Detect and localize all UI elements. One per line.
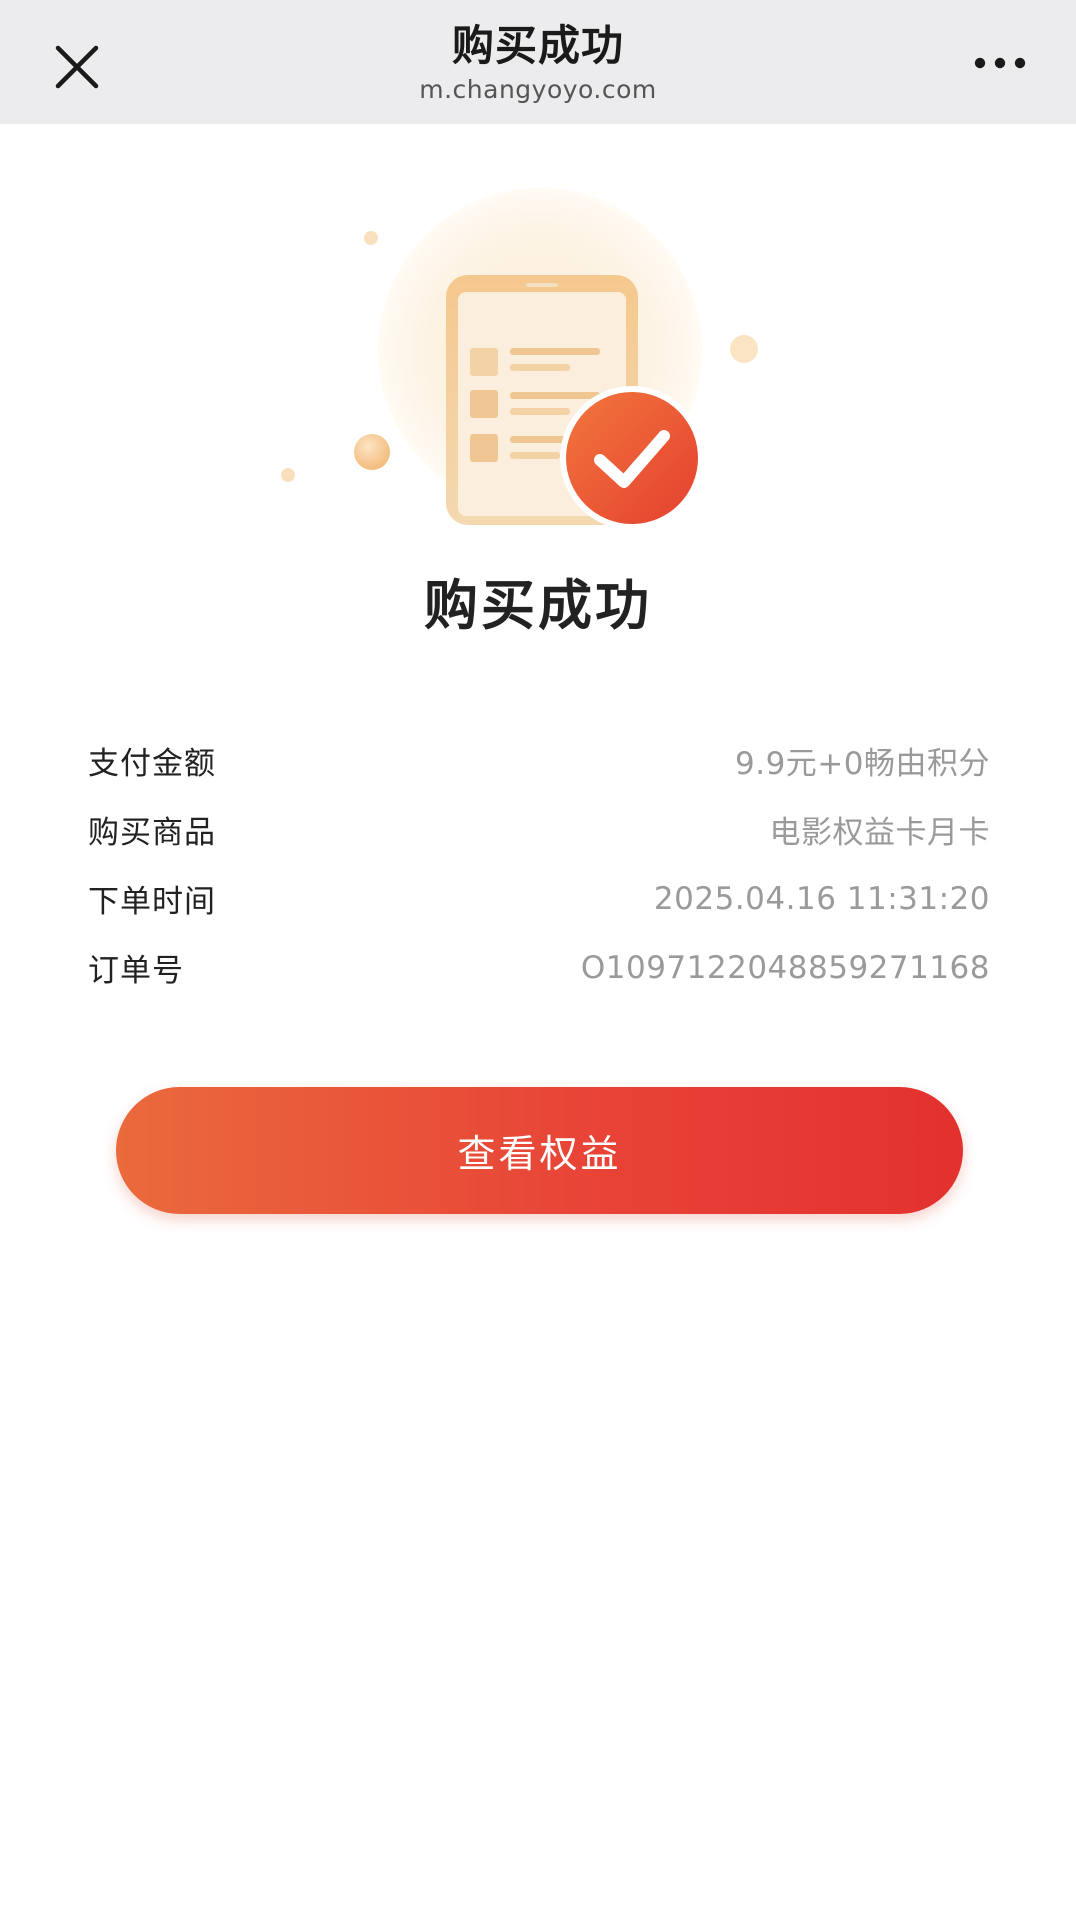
view-benefits-button[interactable]: 查看权益 [116, 1087, 963, 1214]
more-icon [974, 57, 1026, 69]
order-info: 支付金额 9.9元+0畅由积分 购买商品 电影权益卡月卡 下单时间 2025.0… [88, 726, 990, 1002]
success-title: 购买成功 [424, 574, 652, 637]
nav-title: 购买成功 [451, 21, 624, 70]
phone-success-illustration [270, 180, 790, 540]
product-label: 购买商品 [88, 815, 216, 851]
order-time-label: 下单时间 [88, 884, 216, 920]
order-number-label: 订单号 [88, 953, 184, 989]
order-time-value: 2025.04.16 11:31:20 [653, 880, 990, 917]
product-value: 电影权益卡月卡 [769, 815, 990, 851]
info-row-payment: 支付金额 9.9元+0畅由积分 [88, 726, 990, 795]
info-row-product: 购买商品 电影权益卡月卡 [88, 795, 990, 864]
nav-url: m.changyoyo.com [419, 75, 657, 104]
info-row-order-time: 下单时间 2025.04.16 11:31:20 [88, 864, 990, 933]
more-button[interactable] [970, 46, 1030, 80]
payment-amount-value: 9.9元+0畅由积分 [735, 746, 990, 782]
info-row-order-number: 订单号 O109712204885927116​8 [88, 933, 990, 1002]
nav-title-area: 购买成功 m.changyoyo.com [0, 18, 1076, 106]
order-number-value: O109712204885927116​8 [580, 949, 990, 986]
payment-amount-label: 支付金额 [88, 746, 216, 782]
view-benefits-label: 查看权益 [457, 1132, 622, 1176]
navigation-bar: 购买成功 m.changyoyo.com [0, 0, 1076, 124]
